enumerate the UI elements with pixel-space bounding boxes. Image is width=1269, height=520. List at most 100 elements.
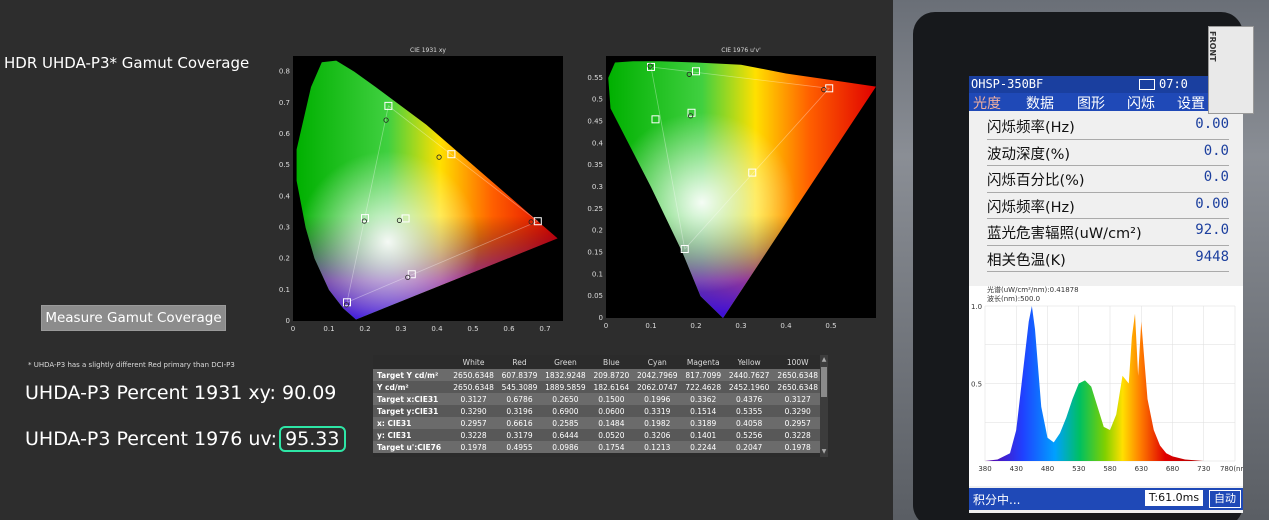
- table-cell: 2440.7627: [724, 369, 774, 381]
- page-title: HDR UHDA-P3* Gamut Coverage: [4, 54, 250, 72]
- table-row: x: CIE31 0.2957 0.6616 0.2585 0.1484 0.1982 0.…: [373, 417, 822, 429]
- y-tick-label: 0.4: [592, 139, 604, 147]
- x-tick-label: 0.4: [780, 322, 792, 330]
- table-cell: 0.4955: [497, 441, 542, 453]
- row-label: x: CIE31: [373, 417, 450, 429]
- table-cell: 0.1484: [589, 417, 634, 429]
- x-tick-label: 0.4: [431, 325, 443, 333]
- table-cell: 0.6616: [497, 417, 542, 429]
- table-row: Target x:CIE31 0.3127 0.6786 0.2650 0.1500 0.…: [373, 393, 822, 405]
- table-cell: 0.3127: [773, 393, 822, 405]
- reading-label: 闪烁频率(Hz): [987, 120, 1075, 136]
- spectrometer-device: OHSP-350BF 07:0 光度 数据 图形 闪烁 设置 闪烁频率(Hz) 0…: [913, 12, 1254, 520]
- reading-value: 0.00: [1195, 116, 1229, 132]
- table-cell: 817.7099: [681, 369, 725, 381]
- table-cell: 0.6444: [541, 429, 590, 441]
- y-tick-label: 0.5: [279, 161, 290, 169]
- front-sticker: FRONT: [1208, 26, 1254, 114]
- row-label: Target u':CIE76: [373, 441, 450, 453]
- table-cell: 0.3290: [449, 405, 498, 417]
- x-tick-label: 0.6: [503, 325, 515, 333]
- table-cell: 0.6900: [541, 405, 590, 417]
- tab-photometry[interactable]: 光度: [973, 93, 1001, 113]
- reading-value: 0.00: [1195, 195, 1229, 212]
- y-tick-label: 0.7: [279, 99, 290, 107]
- table-row: Target y:CIE31 0.3290 0.3196 0.6900 0.0600 0.…: [373, 405, 822, 417]
- table-cell: 0.1401: [681, 429, 725, 441]
- scroll-down-icon[interactable]: ▼: [821, 449, 827, 455]
- integration-time: T:61.0ms: [1145, 490, 1203, 506]
- y-tick-label: 0.1: [592, 270, 603, 278]
- sticker-label: FRONT: [1208, 31, 1217, 62]
- battery-icon: [1139, 79, 1155, 90]
- reading-label: 波动深度(%): [987, 146, 1071, 163]
- reading-row: 闪烁频率(Hz) 0.00: [987, 193, 1229, 219]
- x-tick-label: 0: [291, 325, 295, 333]
- table-cell: 2042.7969: [633, 369, 682, 381]
- device-header: OHSP-350BF 07:0: [969, 76, 1243, 93]
- table-scrollbar[interactable]: ▲ ▼: [820, 355, 828, 457]
- table-cell: 209.8720: [589, 369, 634, 381]
- table-cell: 0.1982: [633, 417, 682, 429]
- reading-label: 蓝光危害辐照(uW/cm²): [987, 226, 1142, 242]
- auto-mode-badge[interactable]: 自动: [1209, 490, 1241, 508]
- table-cell: 0.2957: [773, 417, 822, 429]
- table-cell: 0.2957: [449, 417, 498, 429]
- table-cell: 722.4628: [681, 381, 725, 393]
- table-cell: 0.1514: [681, 405, 725, 417]
- spectrum-legend: 光谱(uW/cm²/nm):0.41878 波长(nm):500.0: [987, 286, 1079, 304]
- table-row: y: CIE31 0.3228 0.3179 0.6444 0.0520 0.3206 0.…: [373, 429, 822, 441]
- table-cell: 0.3179: [497, 429, 542, 441]
- x-tick-label: 0.5: [825, 322, 836, 330]
- x-tick-label: 0.1: [323, 325, 334, 333]
- table-cell: 0.1996: [633, 393, 682, 405]
- y-tick-label: 0.25: [587, 205, 603, 213]
- row-label: Target Y cd/m²: [373, 369, 450, 381]
- x-tick-label: 0.1: [645, 322, 656, 330]
- table-cell: 0.0600: [589, 405, 634, 417]
- table-cell: 2650.6348: [449, 381, 498, 393]
- result-1976-label: UHDA-P3 Percent 1976 uv:: [25, 428, 278, 450]
- cie-1931-chart: CIE 1931 xy 0 0.1 0.2 0.3 0.4 0.5 0.6 0.7 0 0.1 0.2…: [279, 47, 563, 333]
- table-cell: 0.6786: [497, 393, 542, 405]
- legend-line: 光谱(uW/cm²/nm):0.41878: [987, 286, 1079, 294]
- device-time: 07:0: [1159, 77, 1188, 91]
- table-cell: 182.6164: [589, 381, 634, 393]
- table-cell: 0.3189: [681, 417, 725, 429]
- tab-flicker[interactable]: 闪烁: [1127, 93, 1155, 113]
- reading-label: 闪烁频率(Hz): [987, 199, 1075, 216]
- gamut-panel: HDR UHDA-P3* Gamut Coverage CIE 1931 xy 0…: [0, 0, 893, 520]
- y-tick-label: 0.3: [279, 223, 290, 231]
- measure-gamut-button[interactable]: Measure Gamut Coverage: [41, 305, 226, 331]
- footnote: * UHDA-P3 has a slightly different Red p…: [28, 361, 235, 369]
- table-cell: 0.3362: [681, 393, 725, 405]
- table-cell: 0.3206: [633, 429, 682, 441]
- y-tick-label: 0.2: [279, 255, 290, 263]
- y-tick-label: 0.1: [279, 286, 290, 294]
- table-cell: 0.1978: [773, 441, 822, 453]
- table-cell: 1832.9248: [541, 369, 590, 381]
- cie-1976-chart: CIE 1976 u'v' 0 0.1 0.2 0.3 0.4 0.5 0 0.05 0.1 0.1…: [587, 47, 876, 330]
- table-cell: 0.2585: [541, 417, 590, 429]
- reading-label: 相关色温(K): [987, 252, 1066, 269]
- tab-data[interactable]: 数据: [1026, 93, 1054, 113]
- table-cell: 1889.5859: [541, 381, 590, 393]
- device-tabs: 光度 数据 图形 闪烁 设置: [969, 93, 1243, 113]
- column-header: Red: [512, 357, 527, 367]
- x-tick-label: 630: [1135, 465, 1148, 473]
- scrollbar-thumb[interactable]: [821, 367, 827, 397]
- reading-label: 闪烁百分比(%): [987, 173, 1085, 189]
- scroll-up-icon[interactable]: ▲: [821, 357, 827, 363]
- x-tick-label: 680: [1166, 465, 1179, 473]
- x-tick-label: 530: [1072, 465, 1085, 473]
- reading-row: 波动深度(%) 0.0: [987, 140, 1229, 166]
- tab-graph[interactable]: 图形: [1077, 93, 1105, 113]
- tab-settings[interactable]: 设置: [1177, 93, 1205, 113]
- column-header: Cyan: [647, 357, 667, 367]
- y-tick-label: 0.2: [592, 227, 603, 235]
- column-header: Blue: [603, 357, 620, 367]
- result-1931: UHDA-P3 Percent 1931 xy: 90.09: [25, 382, 336, 404]
- reading-row: 蓝光危害辐照(uW/cm²) 92.0: [987, 219, 1229, 246]
- row-label: Target x:CIE31: [373, 393, 450, 405]
- table-cell: 0.1978: [449, 441, 498, 453]
